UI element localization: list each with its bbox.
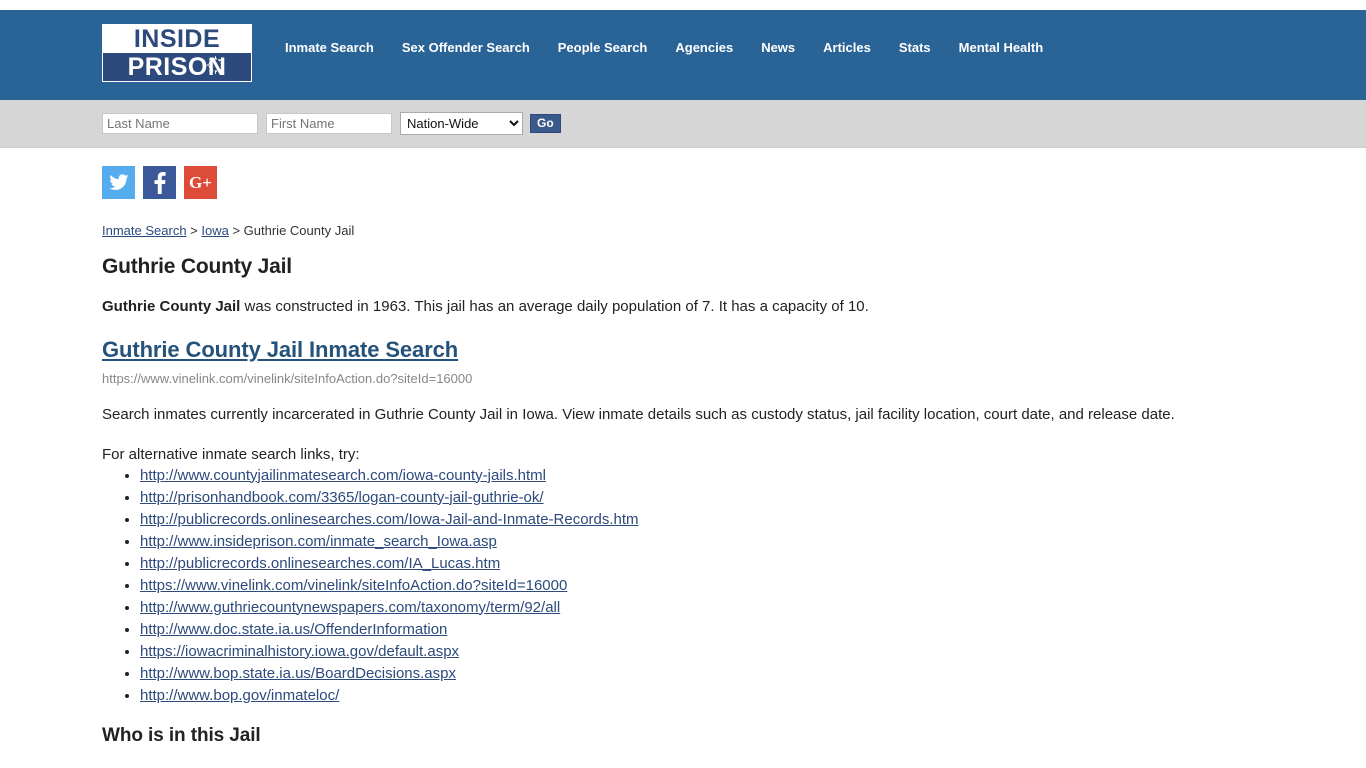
list-item: https://iowacriminalhistory.iowa.gov/def… <box>140 641 1366 663</box>
list-item: http://www.guthriecountynewspapers.com/t… <box>140 597 1366 619</box>
list-item: http://www.bop.gov/inmateloc/ <box>140 685 1366 707</box>
site-header: INSIDE PRISON Inmate Search Sex Offender… <box>0 10 1366 100</box>
alt-links-list: http://www.countyjailinmatesearch.com/io… <box>102 465 1366 707</box>
barbed-wire-circle-icon <box>206 55 225 80</box>
go-button[interactable]: Go <box>530 114 561 133</box>
who-is-in-this-jail-heading: Who is in this Jail <box>102 724 261 746</box>
facility-intro-paragraph: Guthrie County Jail was constructed in 1… <box>102 298 1366 317</box>
alt-link[interactable]: http://www.doc.state.ia.us/OffenderInfor… <box>140 621 447 638</box>
list-item: http://www.bop.state.ia.us/BoardDecision… <box>140 663 1366 685</box>
site-logo[interactable]: INSIDE PRISON <box>102 24 252 82</box>
main-navigation: Inmate Search Sex Offender Search People… <box>285 38 1057 57</box>
alt-link[interactable]: http://www.bop.gov/inmateloc/ <box>140 687 339 704</box>
inmate-search-url: https://www.vinelink.com/vinelink/siteIn… <box>102 370 473 386</box>
quick-search-bar: Nation-Wide Go <box>0 100 1366 148</box>
nav-item-news[interactable]: News <box>747 38 809 57</box>
alt-link[interactable]: http://publicrecords.onlinesearches.com/… <box>140 511 639 528</box>
list-item: http://www.insideprison.com/inmate_searc… <box>140 531 1366 553</box>
twitter-icon[interactable] <box>102 166 135 199</box>
googleplus-glyph: G+ <box>189 173 212 192</box>
page-title: Guthrie County Jail <box>102 255 292 278</box>
nav-item-people-search[interactable]: People Search <box>544 38 662 57</box>
last-name-input[interactable] <box>102 113 258 134</box>
list-item: http://www.countyjailinmatesearch.com/io… <box>140 465 1366 487</box>
facebook-icon[interactable] <box>143 166 176 199</box>
nav-item-articles[interactable]: Articles <box>809 38 885 57</box>
breadcrumb-separator-2: > <box>228 223 244 238</box>
alt-link[interactable]: http://publicrecords.onlinesearches.com/… <box>140 555 500 572</box>
breadcrumb-item-current: Guthrie County Jail <box>243 223 355 238</box>
top-white-strip <box>0 0 1366 10</box>
nav-item-stats[interactable]: Stats <box>885 38 945 57</box>
list-item: http://prisonhandbook.com/3365/logan-cou… <box>140 487 1366 509</box>
alt-link[interactable]: http://www.bop.state.ia.us/BoardDecision… <box>140 665 456 682</box>
inmate-search-heading: Guthrie County Jail Inmate Search <box>102 337 1366 363</box>
inmate-search-link[interactable]: Guthrie County Jail Inmate Search <box>102 337 458 362</box>
region-select[interactable]: Nation-Wide <box>400 112 523 135</box>
nav-item-inmate-search[interactable]: Inmate Search <box>285 38 388 57</box>
social-share-row: G+ <box>102 166 1366 199</box>
alt-link[interactable]: https://www.vinelink.com/vinelink/siteIn… <box>140 577 567 594</box>
list-item: https://www.vinelink.com/vinelink/siteIn… <box>140 575 1366 597</box>
logo-text-prison: PRISON <box>103 53 251 81</box>
breadcrumb: Inmate Search > Iowa > Guthrie County Ja… <box>102 223 1366 238</box>
inmate-search-description: Search inmates currently incarcerated in… <box>102 405 1175 423</box>
alt-link[interactable]: http://www.countyjailinmatesearch.com/io… <box>140 467 546 484</box>
breadcrumb-item-inmate-search[interactable]: Inmate Search <box>102 223 187 238</box>
breadcrumb-separator-1: > <box>186 223 202 238</box>
list-item: http://publicrecords.onlinesearches.com/… <box>140 509 1366 531</box>
googleplus-icon[interactable]: G+ <box>184 166 217 199</box>
alt-link[interactable]: http://www.insideprison.com/inmate_searc… <box>140 533 497 550</box>
alt-link[interactable]: https://iowacriminalhistory.iowa.gov/def… <box>140 643 459 660</box>
facility-name-bold: Guthrie County Jail <box>102 298 241 315</box>
nav-item-mental-health[interactable]: Mental Health <box>945 38 1058 57</box>
facility-intro-rest: was constructed in 1963. This jail has a… <box>240 298 869 315</box>
list-item: http://www.doc.state.ia.us/OffenderInfor… <box>140 619 1366 641</box>
nav-item-agencies[interactable]: Agencies <box>661 38 747 57</box>
first-name-input[interactable] <box>266 113 392 134</box>
alt-link[interactable]: http://prisonhandbook.com/3365/logan-cou… <box>140 489 544 506</box>
breadcrumb-item-iowa[interactable]: Iowa <box>201 223 228 238</box>
alt-link[interactable]: http://www.guthriecountynewspapers.com/t… <box>140 599 560 616</box>
list-item: http://publicrecords.onlinesearches.com/… <box>140 553 1366 575</box>
logo-text-inside: INSIDE <box>103 25 251 53</box>
alt-links-intro: For alternative inmate search links, try… <box>102 445 360 463</box>
page-content: G+ Inmate Search > Iowa > Guthrie County… <box>0 148 1366 747</box>
nav-item-sex-offender-search[interactable]: Sex Offender Search <box>388 38 544 57</box>
